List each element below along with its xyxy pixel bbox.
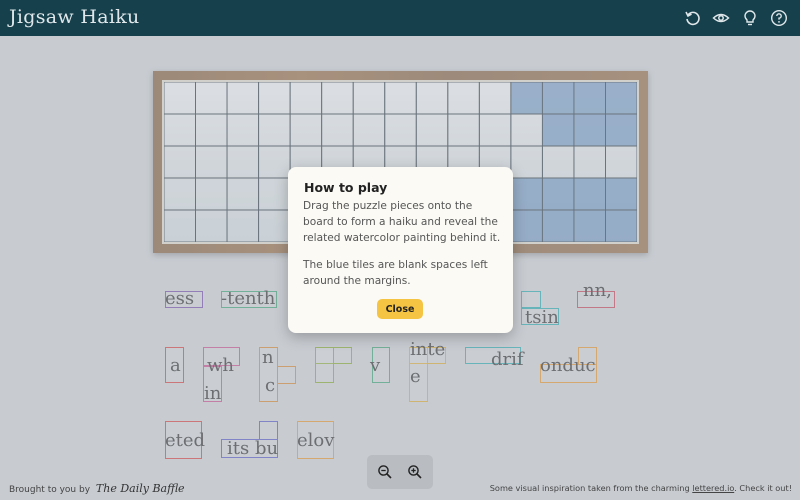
how-to-play-dialog: How to play Drag the puzzle pieces onto … [288, 167, 513, 333]
zoom-controls [367, 455, 433, 489]
brand-logo[interactable]: The Daily Baffle [96, 482, 185, 495]
eye-icon[interactable] [712, 9, 730, 27]
hint-bulb-icon[interactable] [741, 9, 759, 27]
lettered-link[interactable]: lettered.io [692, 483, 734, 493]
zoom-in-icon[interactable] [406, 463, 424, 481]
dialog-instructions: Drag the puzzle pieces onto the board to… [303, 200, 501, 244]
dialog-note: The blue tiles are blank spaces left aro… [303, 259, 488, 287]
app-title: Jigsaw Haiku [9, 6, 140, 28]
footer-inspiration: Some visual inspiration taken from the c… [490, 483, 792, 493]
zoom-out-icon[interactable] [376, 463, 394, 481]
footer-credit-text: Brought to you by [9, 485, 91, 495]
footer-credit: Brought to you by The Daily Baffle [9, 482, 184, 495]
app-header: Jigsaw Haiku [0, 0, 800, 36]
help-icon[interactable] [770, 9, 788, 27]
close-button[interactable]: Close [377, 299, 423, 319]
footer-inspiration-suffix: . Check it out! [734, 483, 792, 493]
footer-inspiration-text: Some visual inspiration taken from the c… [489, 483, 690, 493]
dialog-title: How to play [304, 180, 388, 195]
restart-icon[interactable] [684, 9, 702, 27]
